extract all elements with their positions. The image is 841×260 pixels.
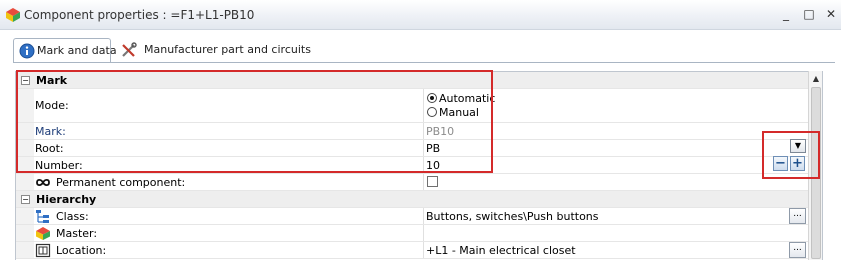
class-browse-button[interactable]: ...	[789, 208, 806, 224]
property-label: Master:	[56, 227, 98, 240]
property-row-number: Number: 10	[16, 157, 808, 174]
tab-divider	[13, 62, 835, 63]
number-value[interactable]: 10	[426, 159, 440, 172]
app-icon	[6, 8, 20, 22]
radio-label: Automatic	[439, 92, 496, 105]
location-browse-button[interactable]: ...	[789, 242, 806, 258]
row-gutter	[16, 89, 34, 123]
property-grid: − Mark Mode: Automatic Manual Mark: PB10…	[15, 71, 808, 260]
tools-icon	[122, 42, 137, 57]
column-divider	[423, 89, 424, 123]
mark-value: PB10	[426, 125, 455, 138]
property-label: Location:	[56, 244, 107, 257]
property-row-permanent: Permanent component:	[16, 174, 808, 191]
increment-button[interactable]: +	[790, 156, 805, 171]
row-gutter	[16, 174, 34, 191]
property-row-class: Class: Buttons, switches\Push buttons ..…	[16, 208, 808, 225]
tab-mark-and-data[interactable]: Mark and data	[13, 38, 117, 63]
row-gutter	[16, 157, 34, 174]
column-divider	[423, 208, 424, 225]
root-value[interactable]: PB	[426, 142, 440, 155]
radio-unselected-icon	[427, 107, 437, 117]
title-bar: Component properties : =F1+L1-PB10 _ □ ✕	[0, 0, 841, 30]
column-divider	[423, 140, 424, 157]
tab-label: Manufacturer part and circuits	[144, 43, 311, 56]
property-row-mode: Mode: Automatic Manual	[16, 89, 808, 123]
radio-selected-icon	[427, 93, 437, 103]
property-row-mark: Mark: PB10	[16, 123, 808, 140]
property-label: Permanent component:	[56, 176, 186, 189]
radio-label: Manual	[439, 106, 479, 119]
row-divider	[16, 258, 808, 259]
mode-manual-radio[interactable]: Manual	[427, 106, 479, 119]
property-row-location: Location: +L1 - Main electrical closet .…	[16, 242, 808, 259]
component-icon	[36, 227, 50, 240]
row-gutter	[16, 208, 34, 225]
scroll-up-button[interactable]: ▲	[810, 73, 822, 85]
location-icon	[35, 243, 51, 258]
permanent-checkbox[interactable]	[427, 176, 438, 187]
close-button[interactable]: ✕	[823, 6, 839, 22]
property-row-root: Root: PB	[16, 140, 808, 157]
property-label: Mode:	[35, 99, 69, 112]
infinity-icon	[36, 178, 50, 187]
category-title: Mark	[36, 74, 68, 87]
info-icon	[19, 43, 35, 59]
column-divider	[423, 242, 424, 259]
collapse-icon[interactable]: −	[21, 76, 30, 85]
column-divider	[423, 174, 424, 191]
decrement-button[interactable]: −	[773, 156, 788, 171]
tab-label: Mark and data	[37, 44, 117, 57]
mode-automatic-radio[interactable]: Automatic	[427, 92, 495, 105]
property-label: Class:	[56, 210, 89, 223]
location-value: +L1 - Main electrical closet	[426, 244, 576, 257]
property-label: Number:	[35, 159, 83, 172]
maximize-button[interactable]: □	[801, 6, 817, 22]
scroll-thumb[interactable]	[811, 87, 821, 259]
property-label: Root:	[35, 142, 64, 155]
tab-manufacturer-part-and-circuits[interactable]: Manufacturer part and circuits	[119, 38, 311, 63]
root-dropdown-button[interactable]: ▼	[790, 139, 806, 153]
row-gutter	[16, 225, 34, 242]
column-divider	[423, 157, 424, 174]
category-hierarchy[interactable]: − Hierarchy	[16, 191, 808, 208]
window-title: Component properties : =F1+L1-PB10	[24, 8, 255, 22]
category-mark[interactable]: − Mark	[16, 72, 808, 89]
minimize-button[interactable]: _	[778, 6, 794, 22]
row-gutter	[16, 140, 34, 157]
tab-strip: Mark and data Manufacturer part and circ…	[0, 30, 841, 63]
collapse-icon[interactable]: −	[21, 195, 30, 204]
property-label: Mark:	[35, 125, 66, 138]
row-gutter	[16, 123, 34, 140]
panel-edge	[822, 71, 835, 260]
tree-icon	[36, 210, 49, 223]
class-value: Buttons, switches\Push buttons	[426, 210, 599, 223]
category-title: Hierarchy	[36, 193, 97, 206]
row-gutter	[16, 242, 34, 259]
vertical-scrollbar[interactable]: ▲	[808, 71, 822, 260]
column-divider	[423, 225, 424, 242]
column-divider	[423, 123, 424, 140]
property-row-master: Master:	[16, 225, 808, 242]
